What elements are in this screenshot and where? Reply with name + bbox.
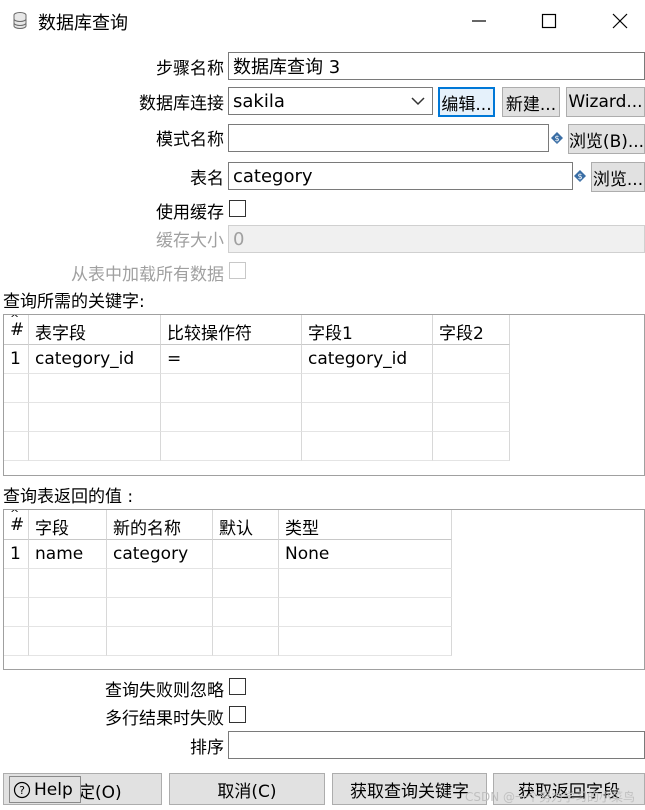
table-row[interactable] [4,374,510,403]
multi-fail-label: 多行结果时失败 [105,709,224,729]
browse-schema-button[interactable]: 浏览(B)... [568,124,645,154]
fail-ignore-checkbox[interactable] [229,678,246,695]
load-all-checkbox[interactable] [229,262,246,279]
help-label: Help [34,779,73,800]
row-number: 1 [4,345,29,374]
order-input[interactable] [228,731,645,759]
svg-text:$: $ [554,134,559,143]
header-number[interactable]: ^ # [4,315,29,345]
default-cell[interactable] [213,540,279,569]
row-number: 1 [4,540,29,569]
order-label: 排序 [190,738,224,758]
minimize-button[interactable] [462,6,496,36]
ok-label: 定(O) [78,783,122,803]
cancel-button[interactable]: 取消(C) [169,773,325,805]
table-name-label: 表名 [190,169,224,189]
connection-label: 数据库连接 [139,94,224,114]
table-row[interactable] [4,569,452,598]
chevron-down-icon [411,97,425,106]
variable-icon: $ [574,170,586,182]
header-field2[interactable]: 字段2 [433,315,510,345]
ok-button[interactable]: ? Help 定(O) [3,773,162,805]
header-table-field[interactable]: 表字段 [29,315,161,345]
edit-connection-button[interactable]: 编辑... [438,87,495,117]
header-default[interactable]: 默认 [213,510,279,540]
step-name-label: 步骤名称 [156,59,224,79]
table-row[interactable]: 1 category_id = category_id [4,345,510,374]
variable-icon: $ [551,132,563,144]
cache-size-label: 缓存大小 [156,231,224,251]
header-number[interactable]: ^ # [4,510,29,540]
return-section-title: 查询表返回的值 : [3,487,134,507]
cache-size-input[interactable]: 0 [228,225,645,253]
title-bar: 数据库查询 [0,0,645,42]
header-new-name[interactable]: 新的名称 [107,510,213,540]
watermark: CSDN @一个努力学习的小菜鸟 [465,790,636,804]
field-cell[interactable]: name [29,540,107,569]
field1-cell[interactable]: category_id [302,345,433,374]
window-title: 数据库查询 [38,13,128,34]
header-comparator[interactable]: 比较操作符 [161,315,302,345]
minimize-icon [472,20,486,22]
use-cache-label: 使用缓存 [156,203,224,223]
schema-input[interactable] [228,124,549,152]
table-name-input[interactable]: category [228,162,573,190]
load-all-label: 从表中加载所有数据 [71,265,224,285]
help-button[interactable]: ? Help [9,776,81,803]
wizard-button[interactable]: Wizard... [566,87,645,117]
use-cache-checkbox[interactable] [229,200,246,217]
header-field1[interactable]: 字段1 [302,315,433,345]
step-name-input[interactable]: 数据库查询 3 [228,52,645,80]
new-name-cell[interactable]: category [107,540,213,569]
table-row[interactable]: 1 name category None [4,540,452,569]
return-table-header: ^ # 字段 新的名称 默认 类型 [4,510,452,540]
keys-table-header: ^ # 表字段 比较操作符 字段1 字段2 [4,315,510,345]
field2-cell[interactable] [433,345,510,374]
browse-table-button[interactable]: 浏览... [591,162,645,192]
multi-fail-checkbox[interactable] [229,706,246,723]
database-icon [13,12,27,29]
table-row[interactable] [4,598,452,627]
close-button[interactable] [603,6,637,36]
header-type[interactable]: 类型 [279,510,452,540]
close-icon [612,13,628,29]
table-row[interactable] [4,627,452,656]
maximize-icon [541,13,557,29]
table-row[interactable] [4,403,510,432]
get-lookup-keys-button[interactable]: 获取查询关键字 [332,773,487,805]
fail-ignore-label: 查询失败则忽略 [105,681,224,701]
comparator-cell[interactable]: = [161,345,302,374]
keys-table: ^ # 表字段 比较操作符 字段1 字段2 1 category_id = ca… [3,314,645,476]
new-connection-button[interactable]: 新建... [502,87,560,117]
schema-label: 模式名称 [156,130,224,150]
table-field-cell[interactable]: category_id [29,345,161,374]
header-field[interactable]: 字段 [29,510,107,540]
table-row[interactable] [4,432,510,461]
type-cell[interactable]: None [279,540,452,569]
connection-value: sakila [233,90,285,112]
maximize-button[interactable] [532,6,566,36]
svg-text:?: ? [19,784,25,797]
connection-select[interactable]: sakila [228,87,433,115]
return-values-table: ^ # 字段 新的名称 默认 类型 1 name category None [3,509,645,670]
help-icon: ? [13,781,31,798]
keys-section-title: 查询所需的关键字: [3,292,145,312]
svg-text:$: $ [577,172,582,181]
